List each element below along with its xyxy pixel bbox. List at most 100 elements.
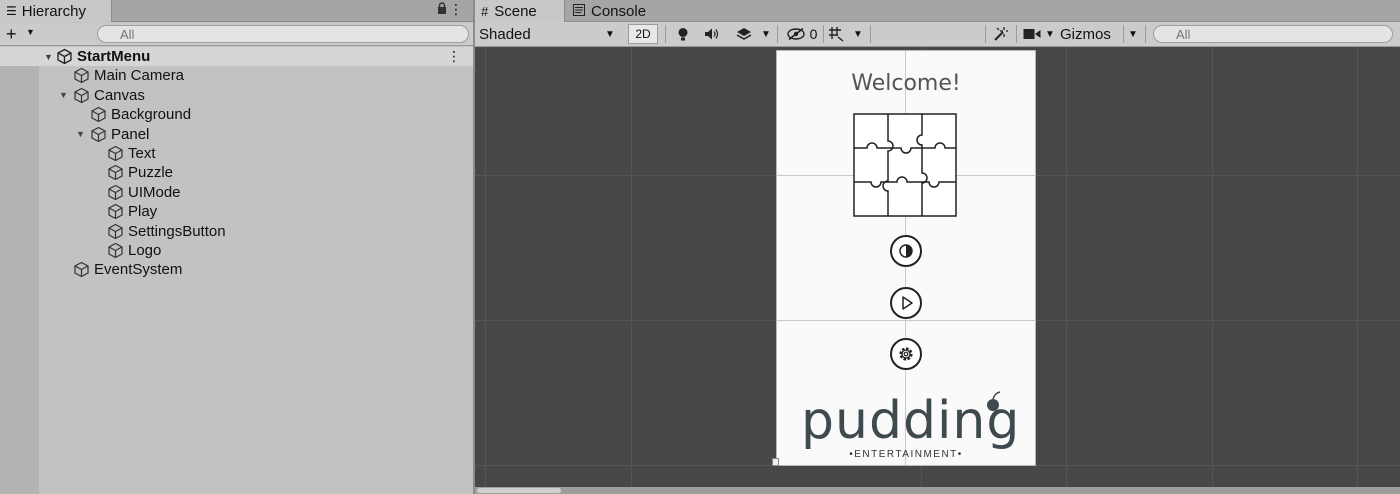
gameobject-cube-icon (108, 165, 123, 181)
grid-line (777, 320, 1035, 321)
grid-snap-icon[interactable] (825, 22, 847, 46)
scene-viewport[interactable]: Welcome! pudding •ENTERTAINMENT• (475, 47, 1400, 487)
unity-scene-icon (57, 48, 72, 65)
tab-console[interactable]: Console (567, 0, 662, 22)
grid-line (485, 47, 486, 487)
hidden-count: 0 (809, 26, 818, 42)
tools-icon[interactable] (989, 22, 1013, 46)
hierarchy-item-label: StartMenu (77, 48, 151, 65)
hierarchy-item-label: Play (128, 203, 158, 221)
gameobject-cube-icon (74, 262, 89, 278)
hierarchy-item-label: EventSystem (94, 261, 183, 279)
toggle-2d-button[interactable]: 2D (628, 24, 658, 44)
lock-icon[interactable] (437, 2, 447, 17)
effects-dropdown-icon[interactable]: ▼ (759, 22, 773, 46)
settings-button[interactable] (890, 338, 922, 370)
cherry-icon (987, 391, 1001, 411)
console-icon (573, 3, 585, 19)
hierarchy-item-label: Canvas (94, 86, 145, 104)
tab-hierarchy[interactable]: ☰ Hierarchy (0, 0, 112, 22)
scene-toolbar: Shaded ▼ 2D ▼ 0 ▼ ▼ Gizmos ▼ All (475, 22, 1400, 47)
effects-icon[interactable] (733, 22, 755, 46)
hierarchy-item-label: Text (128, 145, 156, 162)
hierarchy-item[interactable]: EventSystem (0, 260, 473, 279)
more-options-icon[interactable]: ⋮ (449, 1, 463, 18)
hierarchy-item[interactable]: Text (0, 144, 473, 163)
expand-arrow-icon[interactable]: ▼ (76, 129, 85, 139)
toolbar-separator (777, 25, 778, 43)
tab-scene[interactable]: # Scene (475, 0, 565, 22)
game-canvas[interactable]: Welcome! pudding •ENTERTAINMENT• (776, 50, 1036, 466)
camera-icon[interactable] (1020, 22, 1044, 46)
toolbar-separator (1145, 25, 1146, 43)
hierarchy-item[interactable]: Puzzle (0, 163, 473, 182)
toolbar-separator (1123, 25, 1124, 43)
grid-line (1212, 47, 1213, 487)
hierarchy-item[interactable]: ▼ Panel (0, 125, 473, 144)
horizontal-scrollbar[interactable] (475, 487, 1400, 494)
hierarchy-item-label: Background (111, 106, 192, 124)
hierarchy-tabbar: ☰ Hierarchy ⋮ (0, 0, 473, 22)
shading-mode-dropdown[interactable]: Shaded (479, 22, 619, 46)
audio-toggle-icon[interactable] (701, 22, 723, 46)
hierarchy-item[interactable]: SettingsButton (0, 222, 473, 241)
logo-subtitle: •ENTERTAINMENT• (849, 449, 963, 460)
grid-line (631, 47, 632, 487)
toolbar-separator (1016, 25, 1017, 43)
gameobject-cube-icon (108, 242, 123, 259)
chevron-down-icon[interactable]: ▼ (26, 27, 35, 37)
scene-row[interactable]: ▼ StartMenu ⋮ (0, 47, 473, 66)
grid-line (1066, 47, 1067, 487)
puzzle-icon (853, 113, 957, 217)
scene-search-input[interactable] (1153, 25, 1393, 43)
tab-console-label: Console (591, 2, 647, 20)
toolbar-separator (665, 25, 666, 43)
hidden-objects-toggle[interactable]: 0 (782, 22, 822, 46)
grid-dropdown-icon[interactable]: ▼ (851, 22, 865, 46)
list-icon: ☰ (6, 4, 17, 18)
hierarchy-toolbar: + ▼ (0, 23, 473, 46)
scene-tabbar: # Scene Console (475, 0, 1400, 22)
gameobject-cube-icon (108, 184, 123, 200)
add-button[interactable]: + (6, 24, 17, 44)
gizmos-dropdown-icon[interactable]: ▼ (1126, 22, 1140, 46)
lighting-toggle-icon[interactable] (672, 22, 694, 46)
ui-mode-button[interactable] (890, 235, 922, 267)
hierarchy-item-label: Panel (111, 125, 150, 143)
tab-scene-label: Scene (494, 2, 537, 20)
gameobject-cube-icon (74, 68, 89, 84)
grid-line (475, 465, 1400, 466)
contrast-icon (899, 244, 913, 258)
scrollbar-thumb[interactable] (477, 488, 561, 493)
play-icon (902, 296, 913, 310)
chevron-down-icon: ▼ (605, 29, 615, 40)
grid-line (1357, 47, 1358, 487)
play-button[interactable] (890, 287, 922, 319)
gameobject-cube-icon (74, 87, 89, 103)
welcome-text: Welcome! (851, 71, 961, 96)
hierarchy-item[interactable]: Main Camera (0, 66, 473, 85)
gameobject-cube-icon (91, 107, 106, 123)
hierarchy-item[interactable]: Logo (0, 241, 473, 260)
hierarchy-item[interactable]: UIMode (0, 183, 473, 202)
eye-slash-icon (786, 28, 805, 40)
scene-menu-icon[interactable]: ⋮ (447, 48, 461, 65)
hierarchy-item[interactable]: Play (0, 202, 473, 221)
gameobject-cube-icon (108, 204, 123, 220)
hierarchy-item-label: SettingsButton (128, 222, 226, 240)
gizmos-button[interactable]: Gizmos (1060, 22, 1130, 46)
hierarchy-item[interactable]: Background (0, 105, 473, 124)
toolbar-separator (823, 25, 824, 43)
expand-arrow-icon[interactable]: ▼ (44, 52, 53, 62)
expand-arrow-icon[interactable]: ▼ (59, 90, 68, 100)
camera-dropdown-icon[interactable]: ▼ (1043, 22, 1057, 46)
hierarchy-item-label: Main Camera (94, 67, 185, 85)
rect-handle[interactable] (772, 458, 779, 466)
gameobject-cube-icon (108, 145, 123, 162)
hierarchy-search-input[interactable] (97, 25, 469, 43)
scene-panel: # Scene Console Shaded ▼ 2D ▼ 0 ▼ ▼ Gizm… (475, 0, 1400, 494)
hierarchy-item-label: UIMode (128, 183, 181, 201)
gameobject-cube-icon (108, 223, 123, 239)
hierarchy-item[interactable]: ▼ Canvas (0, 86, 473, 105)
shading-mode-value: Shaded (479, 25, 531, 43)
